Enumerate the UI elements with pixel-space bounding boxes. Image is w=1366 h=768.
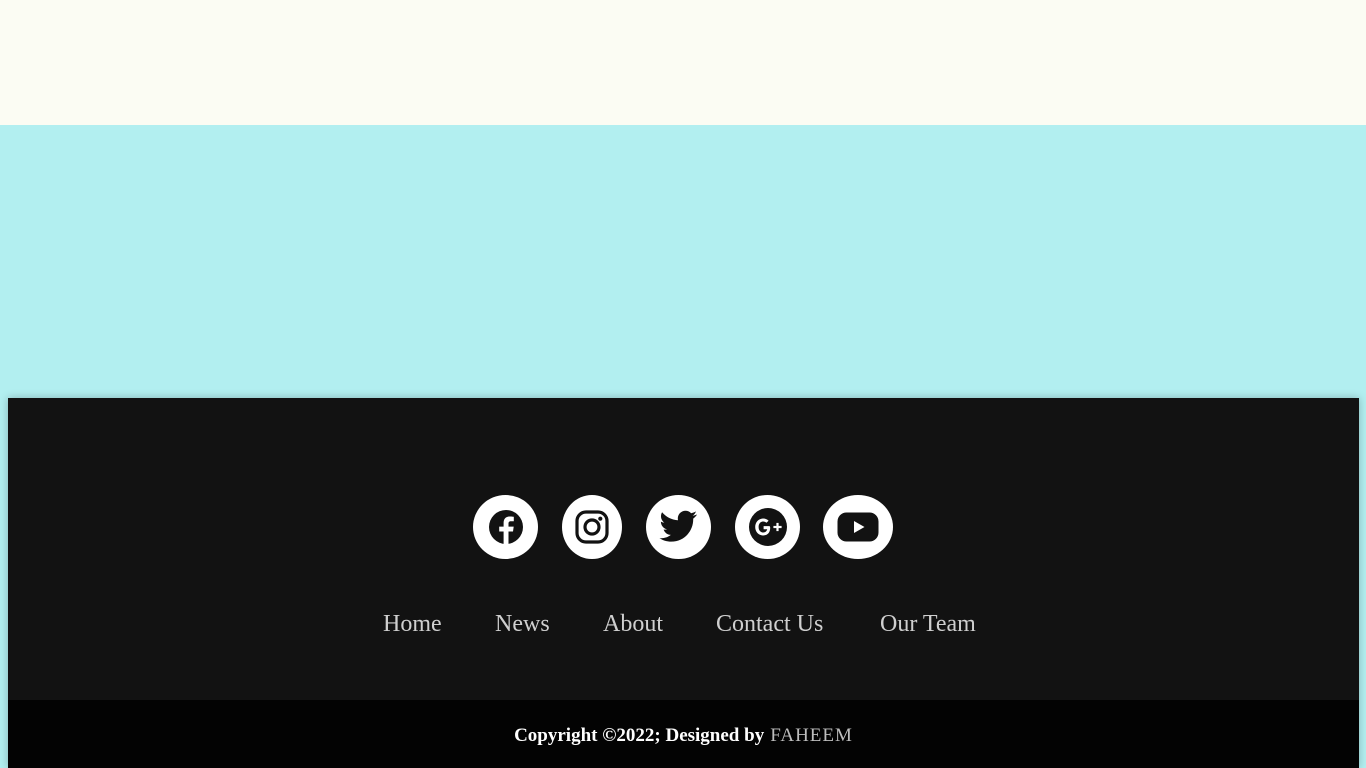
youtube-link[interactable] [823,495,893,559]
copyright-line: Copyright ©2022; Designed by FAHEEM [8,722,1359,750]
footer-nav: Home News About Contact Us Our Team [8,608,1359,640]
google-plus-link[interactable] [735,495,800,559]
youtube-icon [837,512,879,542]
copyright-text: Copyright ©2022; Designed by [514,725,765,746]
nav-link-contact-us[interactable]: Contact Us [716,608,823,640]
designer-name: FAHEEM [770,725,853,746]
top-band [0,0,1366,125]
copyright-bar: Copyright ©2022; Designed by FAHEEM [8,700,1359,768]
nav-link-about[interactable]: About [603,608,663,640]
nav-link-news[interactable]: News [495,608,550,640]
twitter-icon [658,510,697,542]
instagram-link[interactable] [562,495,622,559]
google-plus-icon [748,508,787,546]
social-icons-row [8,495,1359,561]
twitter-link[interactable] [646,495,711,559]
instagram-icon [575,510,609,544]
facebook-link[interactable] [473,495,538,559]
nav-link-home[interactable]: Home [383,608,442,640]
site-footer: Home News About Contact Us Our Team Copy… [8,398,1359,768]
facebook-icon [488,510,523,545]
nav-link-our-team[interactable]: Our Team [880,608,976,640]
